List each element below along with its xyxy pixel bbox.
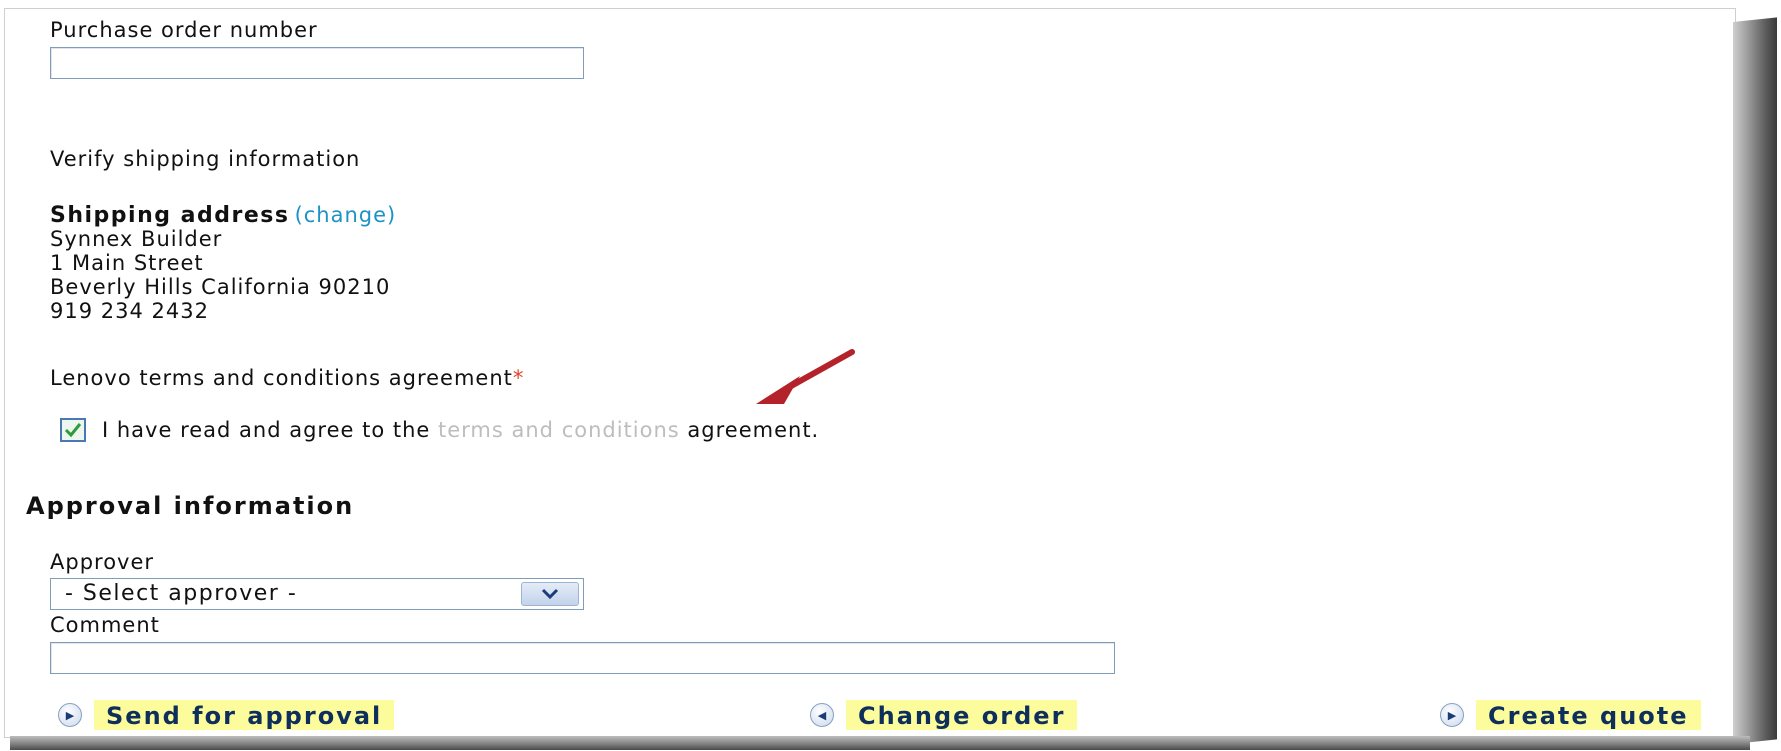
create-quote-label: Create quote [1476, 700, 1701, 730]
approver-selected-value: - Select approver - [65, 581, 298, 606]
address-line-2: 1 Main Street [50, 251, 204, 275]
annotation-arrow-icon [756, 349, 855, 404]
verify-shipping-heading: Verify shipping information [50, 147, 361, 171]
change-address-link[interactable]: (change) [295, 203, 397, 227]
address-line-3: Beverly Hills California 90210 [50, 275, 391, 299]
po-number-input[interactable] [50, 47, 584, 79]
comment-input[interactable] [50, 642, 1115, 674]
dropdown-chevron-icon[interactable] [521, 582, 579, 606]
address-line-1: Synnex Builder [50, 227, 223, 251]
terms-heading: Lenovo terms and conditions agreement* [50, 366, 524, 390]
shipping-address-label: Shipping address [50, 203, 290, 228]
play-right-icon: ▶ [58, 703, 82, 727]
panel-edge-bottom [10, 736, 1750, 750]
change-order-label: Change order [846, 700, 1078, 730]
create-quote-button[interactable]: ▶ Create quote [1440, 700, 1701, 730]
approver-select[interactable]: - Select approver - [50, 578, 584, 610]
comment-label: Comment [50, 613, 160, 637]
approval-section-title: Approval information [26, 492, 355, 520]
agree-checkbox[interactable] [60, 418, 86, 442]
agree-statement: I have read and agree to the terms and c… [102, 418, 819, 442]
change-order-button[interactable]: ◀ Change order [810, 700, 1078, 730]
required-asterisk: * [512, 366, 525, 390]
terms-link[interactable]: terms and conditions [438, 418, 680, 442]
po-label: Purchase order number [50, 18, 318, 42]
panel-edge-right [1733, 17, 1777, 744]
send-for-approval-button[interactable]: ▶ Send for approval [58, 700, 395, 730]
play-right-icon: ▶ [1440, 703, 1464, 727]
play-left-icon: ◀ [810, 703, 834, 727]
send-for-approval-label: Send for approval [94, 700, 395, 730]
agree-prefix: I have read and agree to the [102, 418, 431, 442]
address-phone: 919 234 2432 [50, 299, 209, 323]
approver-label: Approver [50, 550, 155, 574]
terms-heading-text: Lenovo terms and conditions agreement [50, 366, 513, 390]
shipping-address-header: Shipping address (change) [50, 203, 396, 228]
agree-suffix: agreement. [687, 418, 820, 442]
checkmark-icon [64, 423, 82, 438]
